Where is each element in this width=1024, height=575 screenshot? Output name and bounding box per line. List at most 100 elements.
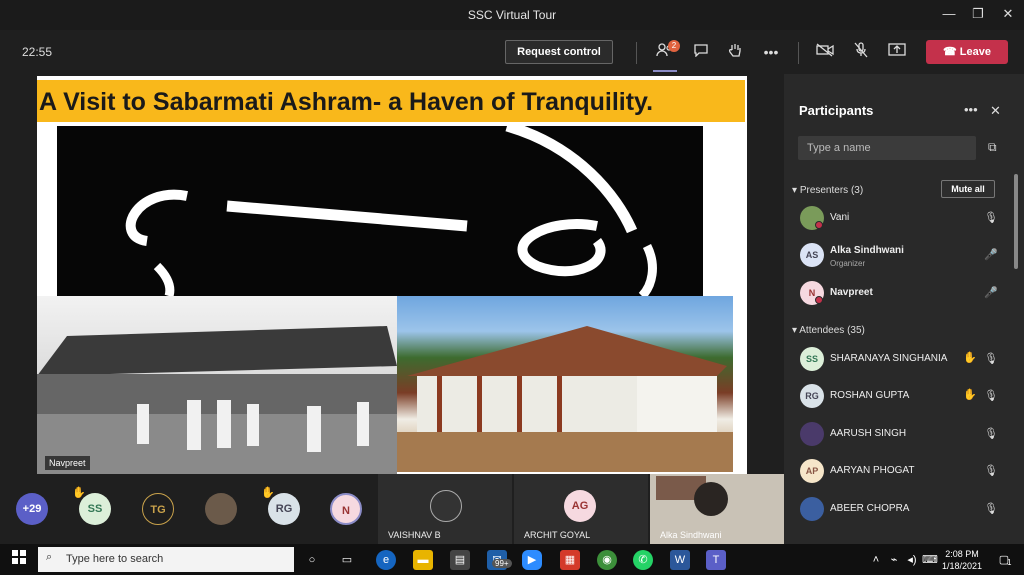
app-icon[interactable]: ▦ [560,550,580,570]
minimize-icon[interactable]: — [941,6,957,22]
avatar[interactable]: SS [79,493,111,525]
participant-name: Navpreet [830,287,873,298]
participant-name: ABEER CHOPRA [830,503,910,514]
task-view-icon[interactable]: ▭ [337,550,357,570]
video-tile[interactable]: AG ARCHIT GOYAL [514,474,648,544]
participant-row[interactable]: RG ROSHAN GUPTA ✋ 🎙 [798,382,1008,412]
participant-row[interactable]: ABEER CHOPRA 🎙 [798,495,1008,525]
volume-icon[interactable]: ◂) [902,550,922,570]
tile-name: VAISHNAV B [388,530,441,540]
participant-strip: +29 ✋ SS TG ✋ RG N VAISHNAV B AG ARCHIT … [0,474,784,544]
participant-search-input[interactable] [798,136,976,160]
word-icon[interactable]: W [670,550,690,570]
search-icon: ⌕ [46,551,53,563]
attendees-section[interactable]: ▾ Attendees (35) [792,325,865,336]
panel-more-icon[interactable]: ••• [964,102,978,117]
ashram-photo [397,296,733,472]
tile-name: Alka Sindhwani [660,530,722,540]
participant-row[interactable]: AS Alka Sindhwani Organizer 🎤 [798,241,1008,271]
status-dot [815,296,823,304]
meeting-toolbar: 22:55 Request control 2 ••• ☎ Leave [0,30,1024,74]
participant-row[interactable]: Vani 🎙 [798,204,1008,234]
participants-badge: 2 [668,40,680,52]
participant-role: Organizer [830,259,866,268]
avatar [430,490,462,522]
request-control-button[interactable]: Request control [505,40,613,64]
avatar: AP [800,459,824,483]
edge-icon[interactable]: e [376,550,396,570]
toolbar-divider [798,42,799,64]
language-icon[interactable]: ⌨ [920,550,940,570]
phone-icon: ☎ [943,46,960,58]
mic-off-icon: 🎙 [984,212,998,224]
close-icon[interactable]: ✕ [1000,6,1016,22]
whatsapp-icon[interactable]: ✆ [633,550,653,570]
participant-name: AARUSH SINGH [830,428,907,439]
network-icon[interactable]: ⌁ [884,550,904,570]
chrome-icon[interactable]: ◉ [597,550,617,570]
cortana-icon[interactable]: ○ [302,550,322,570]
more-icon[interactable]: ••• [760,42,782,62]
video-tile[interactable]: Alka Sindhwani [650,474,784,544]
mic-off-icon[interactable] [850,42,872,62]
taskbar-search[interactable]: Type here to search [38,547,294,572]
store-icon[interactable]: ▤ [450,550,470,570]
status-dot [815,221,823,229]
mic-icon: 🎤 [984,287,998,299]
clock-time: 2:08 PM [945,549,979,559]
tile-name: ARCHIT GOYAL [524,530,591,540]
scrollbar-thumb[interactable] [1014,174,1018,269]
avatar[interactable]: N [330,493,362,525]
attendees-label: Attendees (35) [799,325,865,336]
participant-video [694,482,728,516]
participant-row[interactable]: AP AARYAN PHOGAT 🎙 [798,457,1008,487]
panel-scrollbar[interactable] [1014,174,1018,539]
active-tab-indicator [653,70,677,72]
historical-photo [37,296,397,474]
mail-badge: 99+ [492,559,512,568]
teams-icon[interactable]: T [706,550,726,570]
raised-hand-icon: ✋ [963,389,977,401]
mute-all-button[interactable]: Mute all [941,180,995,198]
presenters-section[interactable]: ▾ Presenters (3) [792,185,863,196]
window-title: SSC Virtual Tour [467,8,557,22]
participant-row[interactable]: AARUSH SINGH 🎙 [798,420,1008,450]
mic-off-icon: 🎙 [984,503,998,515]
clock[interactable]: 2:08 PM 1/18/2021 [942,548,982,572]
participant-row[interactable]: SS SHARANAYA SINGHANIA ✋ 🎙 [798,345,1008,375]
windows-start-icon[interactable] [9,550,29,570]
participant-row[interactable]: N Navpreet 🎤 [798,279,1008,309]
video-tile[interactable]: VAISHNAV B [378,474,512,544]
avatar: RG [800,384,824,408]
participant-name: Vani [830,212,850,223]
leave-button[interactable]: ☎ Leave [926,40,1008,64]
zoom-icon[interactable]: ▶ [522,550,542,570]
more-participants-button[interactable]: +29 [16,493,48,525]
panel-close-icon[interactable]: ✕ [990,103,1001,119]
raised-hand-icon: ✋ [963,352,977,364]
camera-off-icon[interactable] [814,42,836,62]
file-explorer-icon[interactable]: ▬ [413,550,433,570]
raise-hand-icon[interactable] [724,42,746,62]
participant-name: ROSHAN GUPTA [830,390,910,401]
chat-icon[interactable] [690,42,712,62]
share-invite-icon[interactable]: ⧉ [988,140,997,155]
chevron-down-icon: ▾ [792,185,800,196]
avatar[interactable] [205,493,237,525]
avatar[interactable]: TG [142,493,174,525]
toolbar-divider [636,42,637,64]
avatar: AG [564,490,596,522]
avatar[interactable]: RG [268,493,300,525]
presentation-slide: A Visit to Sabarmati Ashram- a Haven of … [37,76,747,474]
chevron-up-icon[interactable]: ˄ [866,550,886,570]
participant-name: SHARANAYA SINGHANIA [830,353,948,364]
windows-taskbar: Type here to search ⌕ ○ ▭ e ▬ ▤ ✉ 99+ ▶ … [0,544,1024,575]
slide-title: A Visit to Sabarmati Ashram- a Haven of … [37,80,745,122]
clock-date: 1/18/2021 [942,561,983,571]
maximize-icon[interactable]: ❐ [970,6,986,22]
presenters-label: Presenters (3) [799,185,864,196]
panel-title: Participants [799,103,874,118]
participants-panel: Participants ••• ✕ ⧉ ▾ Presenters (3) Mu… [784,74,1024,544]
share-screen-icon[interactable] [886,42,908,62]
presenter-label: Navpreet [45,456,90,470]
